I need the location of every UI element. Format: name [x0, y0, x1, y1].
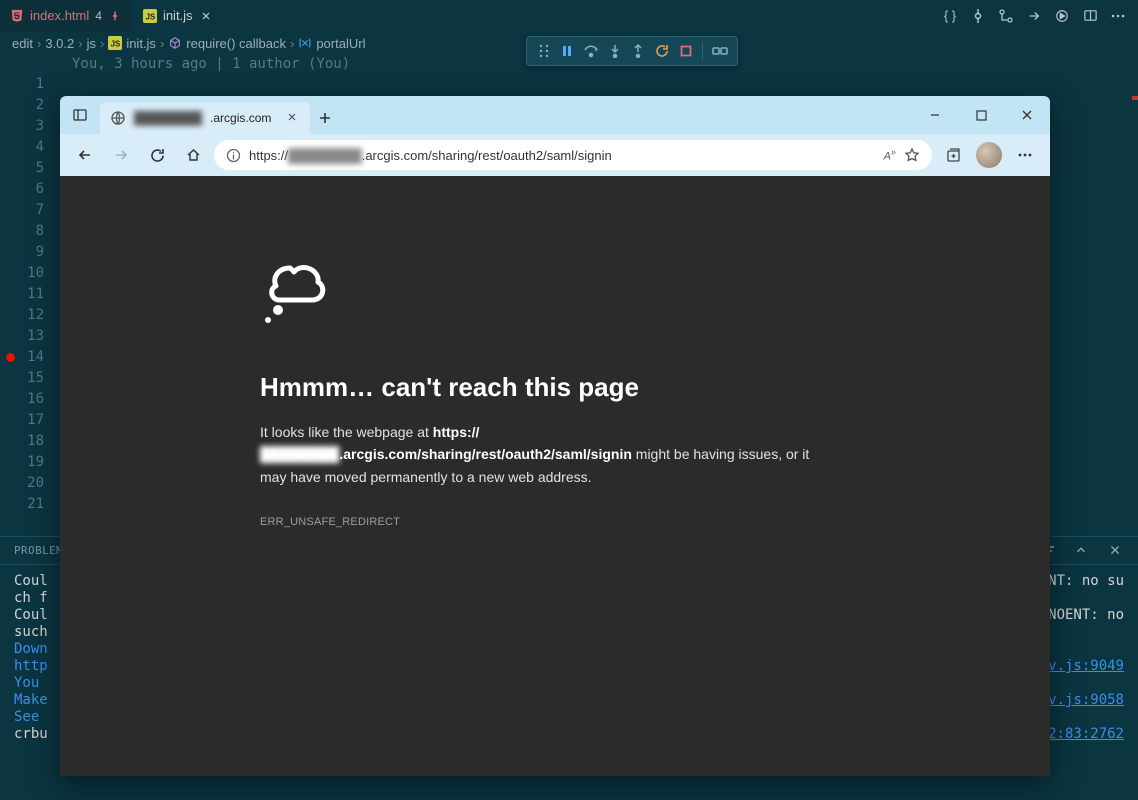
split-icon[interactable]: [1082, 8, 1098, 24]
close-icon[interactable]: [199, 9, 213, 23]
favicon-icon: [110, 110, 126, 126]
js-icon: JS: [143, 9, 157, 23]
disconnect-icon[interactable]: [711, 42, 729, 60]
line-number: 5: [0, 158, 60, 179]
variable-icon: [298, 36, 312, 50]
panel-up-icon[interactable]: [1074, 543, 1090, 559]
editor-tab-index[interactable]: index.html 4: [0, 0, 133, 32]
browser-content: Hmmm… can't reach this page It looks lik…: [60, 176, 1050, 776]
read-aloud-icon[interactable]: A»: [884, 147, 896, 163]
home-icon[interactable]: [178, 140, 208, 170]
line-number: 10: [0, 263, 60, 284]
address-bar[interactable]: https://████████.arcgis.com/sharing/rest…: [214, 140, 932, 170]
braces-icon[interactable]: { }: [942, 8, 958, 24]
url-text: https://████████.arcgis.com/sharing/rest…: [249, 148, 612, 163]
line-number: 17: [0, 410, 60, 431]
back-icon[interactable]: [70, 140, 100, 170]
line-number: 4: [0, 137, 60, 158]
line-number: 6: [0, 179, 60, 200]
line-number: 15: [0, 368, 60, 389]
maximize-icon[interactable]: [958, 96, 1004, 134]
line-number: 11: [0, 284, 60, 305]
window-controls: [912, 96, 1050, 134]
step-over-icon[interactable]: [582, 42, 600, 60]
panel-close-icon[interactable]: [1108, 543, 1124, 559]
close-icon[interactable]: [286, 111, 300, 125]
crumb[interactable]: edit: [12, 36, 33, 51]
line-number-breakpoint[interactable]: 14: [0, 347, 60, 368]
line-number: 16: [0, 389, 60, 410]
tab-label: init.js: [163, 8, 193, 23]
more-icon[interactable]: [1110, 8, 1126, 24]
error-code: ERR_UNSAFE_REDIRECT: [260, 516, 1050, 528]
tab-badge: 4: [95, 9, 102, 23]
stop-icon[interactable]: [677, 42, 695, 60]
browser-window: ████████.arcgis.com https://████████.arc…: [60, 96, 1050, 776]
favorite-icon[interactable]: [904, 147, 920, 163]
svg-text:JS: JS: [111, 40, 121, 49]
link[interactable]: ev.js:9049: [1040, 658, 1124, 674]
crumb[interactable]: JS init.js: [108, 36, 156, 51]
crumb[interactable]: require() callback: [168, 36, 286, 51]
svg-text:JS: JS: [146, 12, 156, 21]
minimize-icon[interactable]: [912, 96, 958, 134]
line-number: 1: [0, 74, 60, 95]
link[interactable]: 62:83:2762: [1040, 726, 1124, 742]
pin-icon[interactable]: [108, 9, 122, 23]
browser-toolbar: https://████████.arcgis.com/sharing/rest…: [60, 134, 1050, 176]
minimap-error-marker: [1132, 96, 1138, 100]
tab-host-redacted: ████████: [134, 111, 202, 125]
browser-tab[interactable]: ████████.arcgis.com: [100, 102, 310, 134]
line-number: 9: [0, 242, 60, 263]
line-number: 3: [0, 116, 60, 137]
browser-titlebar: ████████.arcgis.com: [60, 96, 1050, 134]
tab-label: index.html: [30, 8, 89, 23]
package-icon: [168, 36, 182, 50]
step-out-icon[interactable]: [630, 42, 648, 60]
run-icon[interactable]: [1054, 8, 1070, 24]
restart-icon[interactable]: [653, 42, 671, 60]
js-icon: JS: [108, 36, 122, 50]
arrow-icon[interactable]: [1026, 8, 1042, 24]
line-number: 21: [0, 494, 60, 515]
html-icon: [10, 9, 24, 23]
crumb[interactable]: 3.0.2: [45, 36, 74, 51]
step-into-icon[interactable]: [606, 42, 624, 60]
refresh-icon[interactable]: [142, 140, 172, 170]
git-compare-icon[interactable]: [998, 8, 1014, 24]
line-number: 13: [0, 326, 60, 347]
line-number: 20: [0, 473, 60, 494]
line-number: 18: [0, 431, 60, 452]
error-title: Hmmm… can't reach this page: [260, 372, 1050, 403]
error-body: It looks like the webpage at https://███…: [260, 421, 820, 488]
pause-icon[interactable]: [559, 42, 577, 60]
panel-tab-problems[interactable]: PROBLEM: [14, 544, 63, 557]
crumb[interactable]: portalUrl: [298, 36, 365, 51]
crumb[interactable]: js: [87, 36, 96, 51]
editor-tabbar: index.html 4 JS init.js { }: [0, 0, 1138, 32]
profile-avatar[interactable]: [974, 140, 1004, 170]
browser-tab-actions-icon[interactable]: [60, 96, 100, 134]
thought-cloud-icon: [260, 256, 1050, 328]
line-number: 2: [0, 95, 60, 116]
editor-actions: { }: [930, 8, 1138, 24]
new-tab-button[interactable]: [310, 102, 340, 134]
collections-icon[interactable]: [938, 140, 968, 170]
link[interactable]: ev.js:9058: [1040, 692, 1124, 708]
commit-icon[interactable]: [970, 8, 986, 24]
close-icon[interactable]: [1004, 96, 1050, 134]
editor-tab-init[interactable]: JS init.js: [133, 0, 224, 32]
more-icon[interactable]: [1010, 140, 1040, 170]
forward-icon: [106, 140, 136, 170]
line-number: 12: [0, 305, 60, 326]
drag-handle-icon[interactable]: [535, 42, 553, 60]
line-number: 19: [0, 452, 60, 473]
line-number: 7: [0, 200, 60, 221]
debug-toolbar[interactable]: [526, 36, 738, 66]
line-number: 8: [0, 221, 60, 242]
site-info-icon[interactable]: [226, 148, 241, 163]
